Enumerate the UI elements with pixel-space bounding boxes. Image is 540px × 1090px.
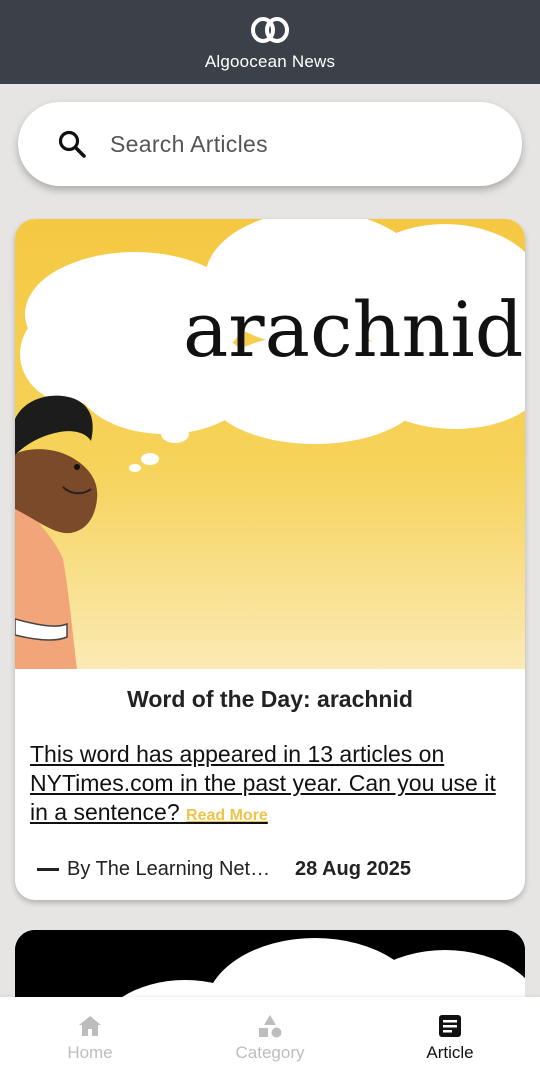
logo-icon	[251, 17, 289, 43]
search-input[interactable]	[108, 129, 492, 159]
article-image[interactable]: arachnid	[15, 219, 525, 669]
search-bar[interactable]	[18, 102, 522, 186]
app-title: Algoocean News	[204, 52, 336, 71]
nav-item-category[interactable]: Category	[180, 997, 360, 1090]
article-icon	[439, 1015, 461, 1037]
article-title[interactable]: Word of the Day: arachnid	[15, 686, 525, 713]
home-icon	[79, 1016, 101, 1036]
article-author: By The Learning Network	[67, 857, 279, 880]
nav-item-home[interactable]: Home	[0, 997, 180, 1090]
bottom-navigation: Home Category Article	[0, 997, 540, 1090]
article-date: 28 Aug 2025	[295, 857, 411, 880]
nav-label-category: Category	[235, 1043, 305, 1062]
image-word: arachnid	[183, 285, 523, 374]
search-icon	[58, 130, 86, 158]
article-card[interactable]: arachnid Word of the Day: arachnid This …	[15, 219, 525, 900]
dash-icon	[37, 867, 59, 871]
category-icon	[259, 1015, 282, 1038]
nav-label-home: Home	[67, 1043, 113, 1062]
article-summary: This word has appeared in 13 articles on…	[30, 740, 510, 830]
nav-item-article[interactable]: Article	[360, 997, 540, 1090]
read-more-link[interactable]: Read More	[186, 807, 268, 824]
app-bar: Algoocean News	[0, 0, 540, 84]
nav-label-article: Article	[426, 1043, 474, 1062]
article-meta: By The Learning Network 28 Aug 2025	[37, 854, 507, 884]
